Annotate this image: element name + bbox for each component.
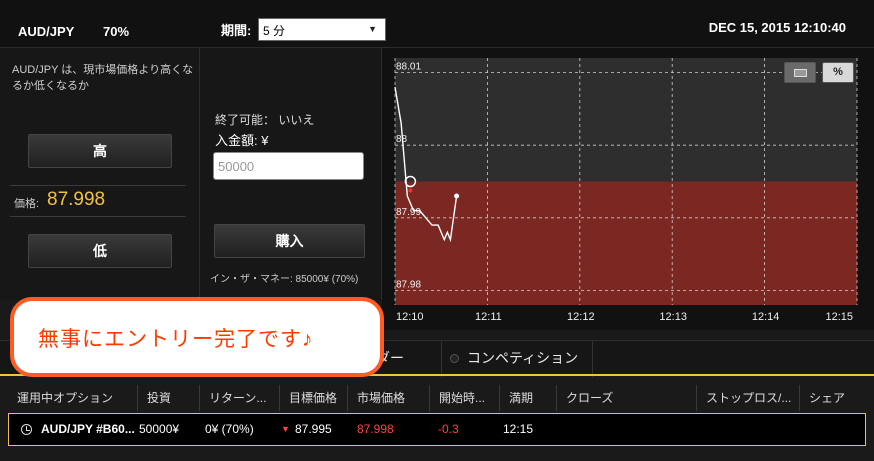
order-panel: 終了可能： いいえ 入金額: ¥ 50000 購入 イン・ザ・マネー: 8500…	[200, 48, 382, 300]
deposit-label: 入金額: ¥	[215, 133, 269, 148]
row-investment: 50000¥	[139, 422, 180, 436]
row-option: AUD/JPY #B60...	[41, 422, 135, 436]
entry-dot	[408, 188, 413, 193]
amount-input[interactable]: 50000	[213, 152, 364, 180]
row-target-price: 87.995	[295, 422, 332, 436]
window-icon	[794, 69, 807, 77]
x-tick-label: 12:14	[752, 311, 780, 323]
direction-description: AUD/JPY は、現市場価格より高くなるか低くなるか	[12, 64, 194, 92]
table-header: 運用中オプション 投資 リターン... 目標価格 市場価格 開始時... 満期 …	[8, 385, 866, 411]
y-tick-label: 87.98	[396, 279, 421, 290]
col-start[interactable]: 開始時...	[430, 385, 500, 411]
x-tick-label: 12:11	[475, 311, 502, 323]
row-expiry: 12:15	[503, 422, 534, 436]
current-price-point	[454, 193, 460, 199]
col-open-options[interactable]: 運用中オプション	[8, 385, 138, 411]
price-chart: 12:10 12:11 12:12 12:13 12:14 12:15 88.01 88 87.…	[382, 48, 874, 330]
period-select[interactable]: 5 分 ▼	[258, 18, 386, 41]
tab-competition[interactable]: コンペティション	[441, 341, 593, 377]
chevron-down-icon: ▼	[368, 24, 377, 34]
low-button[interactable]: 低	[28, 234, 172, 268]
payout-percent: 70%	[103, 24, 130, 39]
y-tick-label: 88.01	[396, 62, 421, 73]
early-exit-status: 終了可能： いいえ	[215, 113, 315, 127]
chart-view-toggle-button[interactable]	[784, 62, 816, 83]
in-the-money-text: イン・ザ・マネー: 85000¥ (70%)	[210, 274, 359, 285]
status-dot-icon	[450, 354, 459, 363]
period-label: 期間:	[221, 23, 252, 38]
period-select-value: 5 分	[263, 24, 286, 38]
x-tick-label: 12:13	[659, 311, 687, 323]
datetime: DEC 15, 2015 12:10:40	[708, 20, 846, 35]
toast-message: 無事にエントリー完了です♪	[38, 328, 314, 351]
col-target-price[interactable]: 目標価格	[280, 385, 348, 411]
table-row[interactable]: AUD/JPY #B60... 50000¥ 0¥ (70%) ▼ 87.995…	[8, 413, 866, 446]
row-start: -0.3	[438, 422, 459, 436]
clock-icon	[21, 424, 32, 435]
buy-button[interactable]: 購入	[214, 224, 365, 258]
chart-canvas: 12:10 12:11 12:12 12:13 12:14 12:1588.018887.…	[394, 58, 858, 323]
col-investment[interactable]: 投資	[138, 385, 200, 411]
x-tick-label: 12:12	[567, 311, 595, 323]
x-tick-label: 12:15	[825, 311, 853, 323]
tab-competition-label: コンペティション	[467, 350, 579, 366]
col-close[interactable]: クローズ	[557, 385, 697, 411]
asset-pair[interactable]: AUD/JPY	[18, 24, 74, 39]
down-arrow-icon: ▼	[281, 424, 290, 434]
divider	[10, 185, 186, 186]
row-market-price: 87.998	[357, 422, 394, 436]
percent-toggle-button[interactable]: %	[822, 62, 854, 83]
col-return[interactable]: リターン...	[200, 385, 280, 411]
direction-panel: AUD/JPY は、現市場価格より高くなるか低くなるか 高 価格: 87.998…	[0, 48, 200, 300]
divider	[10, 216, 186, 217]
top-bar: AUD/JPY 70% 期間: 5 分 ▼ DEC 15, 2015 12:10…	[0, 0, 874, 48]
high-button[interactable]: 高	[28, 134, 172, 168]
col-expiry[interactable]: 満期	[500, 385, 557, 411]
col-share[interactable]: シェア	[800, 385, 866, 411]
y-tick-label: 87.99	[396, 207, 421, 218]
current-price: 87.998	[47, 189, 106, 210]
below-strike-zone	[395, 181, 857, 305]
price-label: 価格:	[14, 198, 40, 210]
col-market-price[interactable]: 市場価格	[348, 385, 430, 411]
col-stop-loss[interactable]: ストップロス/...	[697, 385, 800, 411]
success-toast[interactable]: 無事にエントリー完了です♪	[10, 297, 384, 377]
row-return: 0¥ (70%)	[205, 422, 254, 436]
x-tick-label: 12:10	[396, 311, 424, 323]
